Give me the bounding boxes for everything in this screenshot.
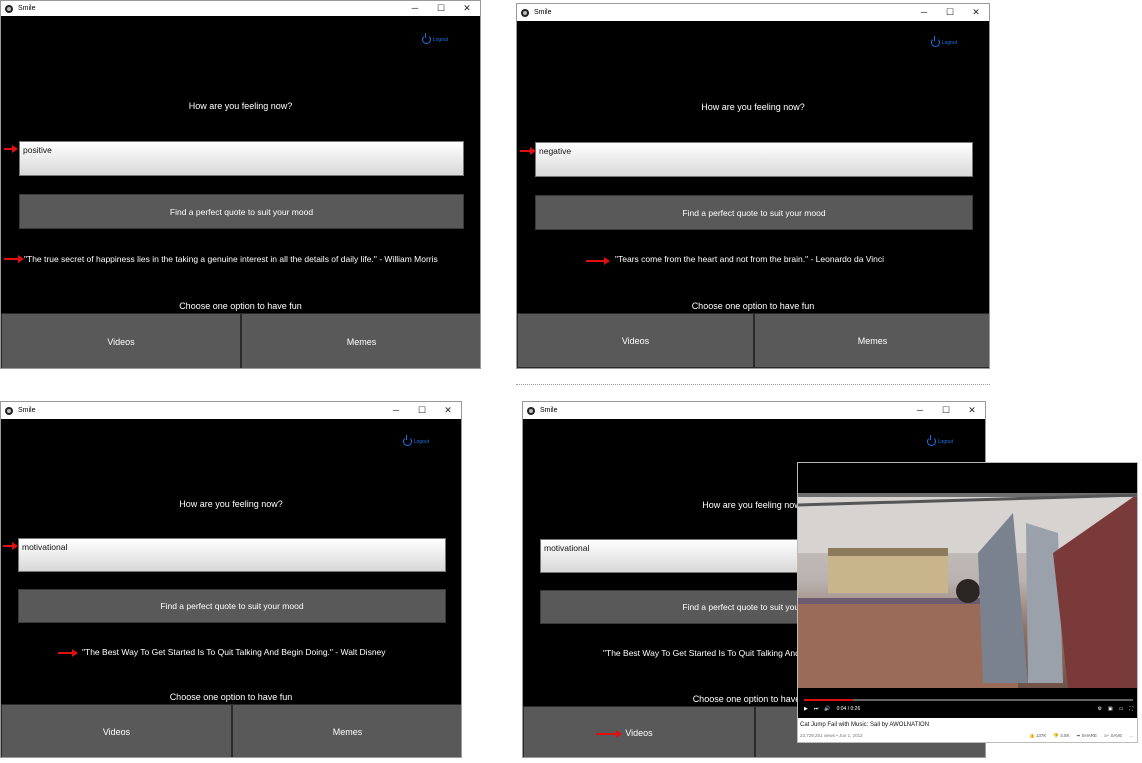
choose-label: Choose one option to have fun	[169, 692, 293, 702]
close-icon[interactable]: ✕	[959, 403, 985, 418]
mood-input[interactable]: positive	[19, 141, 464, 176]
more-button[interactable]: ...	[1129, 733, 1133, 739]
window-title: Smile	[18, 5, 36, 12]
dislike-button[interactable]: 👎 3.5K	[1053, 733, 1069, 739]
logout-label: Logout	[432, 36, 448, 43]
next-icon[interactable]: ⏭	[814, 706, 819, 712]
memes-button[interactable]: Memes	[232, 704, 461, 757]
annotation-arrow	[4, 254, 24, 264]
share-label: SHARE	[1081, 733, 1098, 738]
save-label: SAVE	[1110, 733, 1123, 738]
window-title: Smile	[540, 407, 558, 414]
annotation-arrow	[4, 144, 18, 154]
smile-window-negative: Smile ─ ☐ ✕ Logout How are you feeling n…	[516, 3, 990, 369]
video-progress-bar[interactable]	[804, 699, 1133, 701]
find-quote-button[interactable]: Find a perfect quote to suit your mood	[19, 194, 464, 229]
power-icon	[930, 36, 940, 47]
annotation-arrow	[586, 256, 610, 266]
app-icon	[527, 406, 535, 415]
power-icon	[402, 435, 412, 446]
minimize-icon[interactable]: ─	[911, 5, 937, 20]
video-meta: 23,729,251 views • Jun 1, 2012	[800, 733, 863, 738]
video-controls: ▶ ⏭ 🔊 0:04 / 0:26 ⚙ ▣ ▭ ⛶	[804, 704, 1133, 714]
save-button[interactable]: ≡+ SAVE	[1104, 733, 1122, 739]
videos-button[interactable]: Videos	[523, 706, 755, 757]
logout-button[interactable]: Logout	[421, 33, 448, 44]
title-bar[interactable]: Smile ─ ☐ ✕	[523, 402, 985, 419]
app-icon	[5, 4, 13, 13]
minimize-icon[interactable]: ─	[383, 403, 409, 418]
title-bar[interactable]: Smile ─ ☐ ✕	[517, 4, 989, 21]
window-title: Smile	[18, 407, 36, 414]
choose-label: Choose one option to have fun	[691, 301, 815, 311]
power-icon	[926, 435, 936, 446]
title-bar[interactable]: Smile ─ ☐ ✕	[1, 402, 461, 419]
volume-icon[interactable]: 🔊	[824, 706, 830, 712]
logout-label: Logout	[413, 438, 429, 445]
title-bar[interactable]: Smile ─ ☐ ✕	[1, 1, 480, 16]
quote-text: "Tears come from the heart and not from …	[615, 254, 885, 264]
choose-label: Choose one option to have fun	[179, 301, 302, 311]
divider	[516, 384, 990, 385]
question-label: How are you feeling now?	[701, 102, 805, 112]
theater-icon[interactable]: ▭	[1119, 706, 1124, 712]
power-icon	[421, 33, 431, 44]
video-frame	[798, 493, 1137, 688]
annotation-arrow	[520, 146, 536, 156]
logout-label: Logout	[941, 39, 957, 46]
logout-button[interactable]: Logout	[402, 435, 429, 446]
maximize-icon[interactable]: ☐	[933, 403, 959, 418]
find-quote-button[interactable]: Find a perfect quote to suit your mood	[18, 589, 446, 623]
minimize-icon[interactable]: ─	[907, 403, 933, 418]
annotation-arrow	[58, 648, 78, 658]
settings-icon[interactable]: ⚙	[1098, 706, 1102, 712]
mood-input[interactable]: motivational	[18, 538, 446, 572]
close-icon[interactable]: ✕	[435, 403, 461, 418]
quote-text: "The Best Way To Get Started Is To Quit …	[82, 647, 386, 657]
maximize-icon[interactable]: ☐	[937, 5, 963, 20]
videos-button[interactable]: Videos	[1, 704, 232, 757]
annotation-arrow	[3, 541, 18, 551]
video-screen[interactable]: ▶ ⏭ 🔊 0:04 / 0:26 ⚙ ▣ ▭ ⛶	[798, 463, 1137, 718]
app-icon	[521, 8, 529, 17]
miniplayer-icon[interactable]: ▣	[1108, 706, 1113, 712]
memes-button[interactable]: Memes	[754, 313, 989, 368]
quote-text: "The true secret of happiness lies in th…	[24, 254, 438, 264]
like-count: 137K	[1035, 733, 1047, 738]
maximize-icon[interactable]: ☐	[409, 403, 435, 418]
smile-window-motivational: Smile ─ ☐ ✕ Logout How are you feeling n…	[0, 401, 462, 758]
logout-button[interactable]: Logout	[926, 435, 953, 446]
videos-button[interactable]: Videos	[1, 313, 241, 368]
question-label: How are you feeling now?	[188, 101, 293, 111]
like-button[interactable]: 👍 137K	[1029, 733, 1046, 739]
video-time: 0:04 / 0:26	[836, 706, 861, 712]
window-title: Smile	[534, 9, 552, 16]
annotation-arrow	[596, 729, 622, 739]
maximize-icon[interactable]: ☐	[428, 1, 454, 16]
find-quote-button[interactable]: Find a perfect quote to suit your mood	[535, 195, 973, 230]
video-player[interactable]: ▶ ⏭ 🔊 0:04 / 0:26 ⚙ ▣ ▭ ⛶ Cat Jump Fail …	[797, 462, 1138, 743]
mood-input[interactable]: negative	[535, 142, 973, 177]
fullscreen-icon[interactable]: ⛶	[1129, 706, 1133, 712]
videos-button[interactable]: Videos	[517, 313, 754, 368]
close-icon[interactable]: ✕	[454, 1, 480, 16]
smile-window-positive: Smile ─ ☐ ✕ Logout How are you feeling n…	[0, 0, 481, 369]
minimize-icon[interactable]: ─	[402, 1, 428, 16]
share-button[interactable]: ➦ SHARE	[1077, 733, 1098, 739]
question-label: How are you feeling now?	[179, 499, 283, 509]
app-icon	[5, 406, 13, 415]
logout-label: Logout	[937, 438, 953, 445]
close-icon[interactable]: ✕	[963, 5, 989, 20]
video-title[interactable]: Cat Jump Fail with Music: Sail by AWOLNA…	[800, 722, 929, 728]
play-icon[interactable]: ▶	[804, 706, 808, 712]
dislike-count: 3.5K	[1060, 733, 1070, 738]
logout-button[interactable]: Logout	[930, 36, 957, 47]
memes-button[interactable]: Memes	[241, 313, 480, 368]
video-actions: 👍 137K 👎 3.5K ➦ SHARE ≡+ SAVE ...	[1029, 733, 1133, 739]
